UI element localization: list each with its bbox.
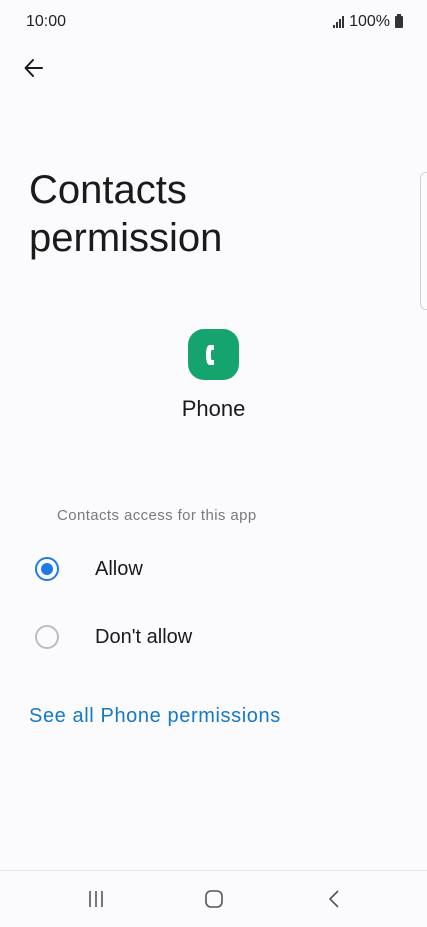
battery-icon [395,14,403,28]
radio-allow[interactable] [35,557,59,581]
phone-icon [205,344,214,365]
back-chevron-icon [329,890,339,908]
status-indicators: 100% [333,13,403,31]
see-all-permissions-link[interactable]: See all Phone permissions [29,705,281,728]
section-label: Contacts access for this app [57,507,257,524]
option-dont-allow-label: Don't allow [95,625,193,648]
home-button[interactable] [194,885,234,913]
back-button[interactable] [14,48,54,88]
status-bar: 10:00 100% [0,0,427,44]
phone-app-icon [188,329,239,380]
edge-panel-handle[interactable] [420,172,427,310]
battery-percent: 100% [349,13,390,30]
radio-dont-allow[interactable] [35,625,59,649]
recents-icon [89,891,103,907]
home-icon [205,890,223,908]
nav-back-button[interactable] [315,885,355,913]
status-time: 10:00 [26,13,67,30]
recents-button[interactable] [76,885,116,913]
option-allow-label: Allow [95,557,143,580]
navigation-bar [0,870,427,927]
arrow-back-icon [24,59,43,77]
option-allow[interactable]: Allow [0,539,427,599]
app-name: Phone [181,396,246,421]
signal-icon [333,16,345,28]
page-title: Contacts permission [29,168,223,260]
option-dont-allow[interactable]: Don't allow [0,607,427,667]
